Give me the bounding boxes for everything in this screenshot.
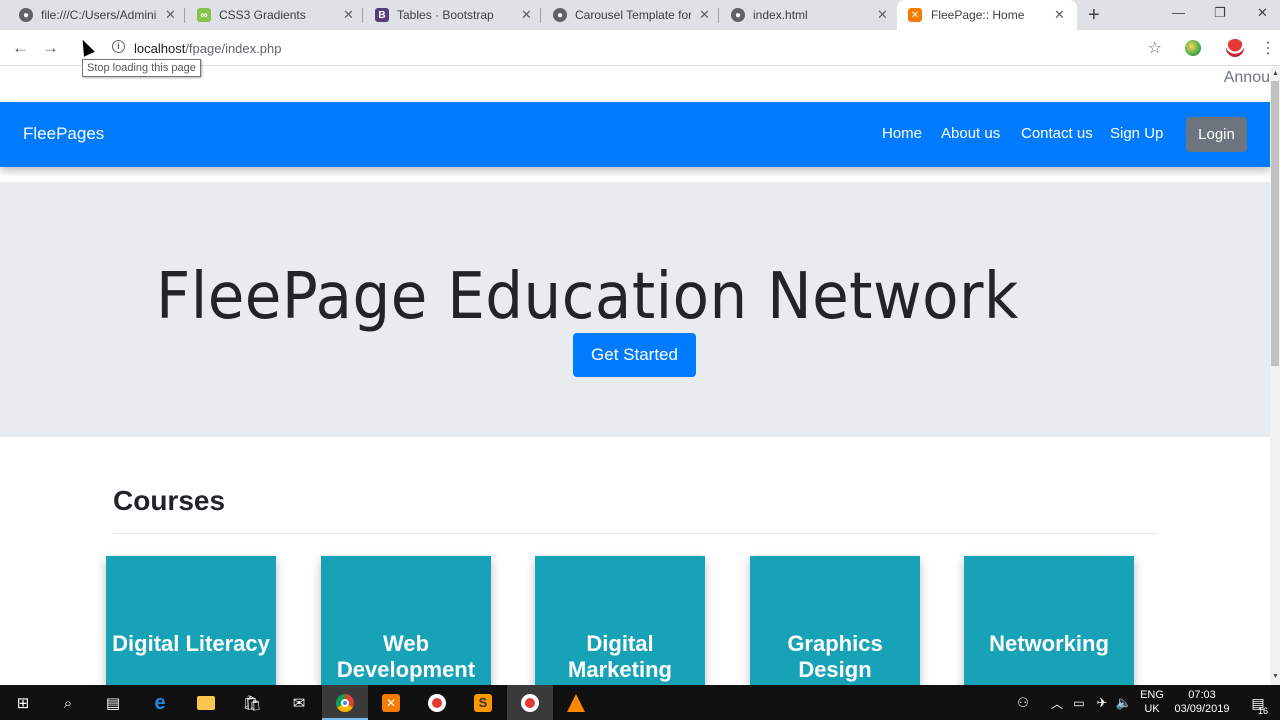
minimize-button[interactable]: —	[1172, 5, 1185, 20]
css-gradient-icon: ∞	[197, 8, 211, 22]
store-icon[interactable]: 🛍	[242, 693, 262, 713]
tab-bootstrap-tables[interactable]: B Tables · Bootstrap ✕	[356, 0, 541, 30]
screen-recorder-icon[interactable]	[520, 693, 540, 713]
site-brand[interactable]: FleePages	[23, 124, 104, 144]
course-title: Digital Literacy	[112, 631, 270, 656]
vlc-icon[interactable]	[566, 693, 586, 713]
mail-icon[interactable]: ✉	[289, 693, 309, 713]
chrome-icon[interactable]	[335, 693, 355, 713]
xampp-icon[interactable]: ✕	[381, 693, 401, 713]
profile-avatar[interactable]	[1226, 39, 1244, 57]
globe-icon: ●	[731, 8, 745, 22]
file-explorer-icon[interactable]	[196, 693, 216, 713]
course-card-digital-literacy[interactable]: Digital Literacy	[106, 556, 276, 685]
search-icon[interactable]: ⌕	[58, 693, 78, 713]
announcement-marquee: Annou	[1223, 69, 1270, 86]
bootstrap-icon: B	[375, 8, 389, 22]
course-card-web-development[interactable]: Web Development	[321, 556, 491, 685]
language-code: ENG	[1140, 689, 1164, 701]
globe-icon: ●	[19, 8, 33, 22]
volume-icon[interactable]: 🔈	[1114, 693, 1134, 713]
tab-title: FleePage:: Home	[931, 8, 1025, 22]
nav-contact-us[interactable]: Contact us	[1021, 125, 1093, 142]
edge-icon[interactable]: e	[150, 692, 170, 714]
course-card-networking[interactable]: Networking	[964, 556, 1134, 685]
course-title: Web Development	[336, 631, 476, 682]
nav-home[interactable]: Home	[882, 125, 922, 142]
clock-time: 07:03	[1188, 689, 1216, 701]
tab-strip: ● file:///C:/Users/Adminis ✕ ∞ CSS3 Grad…	[0, 0, 1280, 30]
tab-title: file:///C:/Users/Adminis	[41, 8, 157, 22]
notification-count: 16	[1258, 706, 1269, 716]
courses-heading: Courses	[113, 485, 226, 516]
close-icon[interactable]: ✕	[1054, 7, 1065, 23]
record-icon[interactable]	[427, 693, 447, 713]
page-viewport: Annou FleePages Home About us Contact us…	[0, 67, 1270, 685]
extension-globe-icon[interactable]	[1185, 40, 1201, 56]
url-host: localhost	[134, 41, 186, 56]
tray-chevron-up-icon[interactable]: ︿	[1047, 693, 1067, 713]
tab-index-html[interactable]: ● index.html ✕	[712, 0, 897, 30]
window-close-button[interactable]: ✕	[1257, 5, 1268, 21]
url-path: /fpage/index.php	[185, 41, 282, 56]
divider	[113, 533, 1158, 534]
address-bar[interactable]: i localhost/fpage/index.php ☆	[104, 35, 1172, 61]
globe-icon: ●	[553, 8, 567, 22]
scroll-down-icon[interactable]: ▼	[1272, 673, 1279, 680]
tab-title: CSS3 Gradients	[219, 8, 306, 22]
stop-loading-tooltip: Stop loading this page	[82, 59, 201, 77]
scroll-up-icon[interactable]: ▲	[1272, 70, 1279, 77]
nav-sign-up[interactable]: Sign Up	[1110, 125, 1163, 142]
restore-button[interactable]: ❐	[1214, 5, 1226, 21]
tab-fleepage-home[interactable]: ✕ FleePage:: Home ✕	[897, 0, 1077, 30]
tab-file[interactable]: ● file:///C:/Users/Adminis ✕	[0, 0, 185, 30]
system-clock[interactable]: 07:03 03/09/2019	[1170, 688, 1234, 716]
close-icon[interactable]: ✕	[343, 7, 354, 23]
scrollbar-thumb[interactable]	[1271, 81, 1279, 366]
network-icon[interactable]: ✈	[1092, 693, 1112, 713]
page-scrollbar[interactable]: ▲ ▼	[1270, 67, 1280, 685]
url-text: localhost/fpage/index.php	[134, 41, 281, 56]
tab-title: index.html	[753, 8, 808, 22]
close-icon[interactable]: ✕	[877, 7, 888, 23]
nav-about-us[interactable]: About us	[941, 125, 1000, 142]
course-title: Digital Marketing	[568, 631, 672, 682]
sublime-text-icon[interactable]: S	[473, 693, 493, 713]
get-started-button[interactable]: Get Started	[573, 333, 696, 377]
tab-title: Tables · Bootstrap	[397, 8, 494, 22]
tab-carousel[interactable]: ● Carousel Template for B ✕	[534, 0, 719, 30]
keyboard-layout: UK	[1144, 703, 1160, 715]
people-icon[interactable]: ⚇	[1013, 693, 1033, 713]
course-title: Graphics Design	[787, 631, 883, 682]
course-card-digital-marketing[interactable]: Digital Marketing	[535, 556, 705, 685]
site-navbar: FleePages Home About us Contact us Sign …	[0, 102, 1270, 167]
more-menu-icon[interactable]: ⋮	[1260, 38, 1276, 58]
bookmark-star-icon[interactable]: ☆	[1148, 38, 1162, 58]
clock-date: 03/09/2019	[1174, 703, 1230, 715]
windows-start-icon[interactable]: ⊞	[13, 693, 33, 713]
forward-button[interactable]: →	[42, 38, 59, 58]
battery-icon[interactable]: ▭	[1069, 693, 1089, 713]
hero-title: FleePage Education Network	[156, 260, 1019, 334]
hero-jumbotron: FleePage Education Network Get Started	[0, 182, 1270, 437]
tab-title: Carousel Template for B	[575, 8, 691, 22]
close-icon[interactable]: ✕	[521, 7, 532, 23]
info-icon[interactable]: i	[112, 40, 125, 53]
login-button[interactable]: Login	[1186, 117, 1247, 152]
xampp-icon: ✕	[908, 8, 922, 22]
tab-css3-gradients[interactable]: ∞ CSS3 Gradients ✕	[178, 0, 363, 30]
course-title: Networking	[989, 631, 1109, 656]
close-icon[interactable]: ✕	[699, 7, 710, 23]
back-button[interactable]: ←	[12, 38, 29, 58]
course-card-graphics-design[interactable]: Graphics Design	[750, 556, 920, 685]
task-view-icon[interactable]: ▤	[103, 693, 123, 713]
windows-taskbar: ⊞ ⌕ ▤ e 🛍 ✉ ✕ S ⚇ ︿ ▭ ✈ 🔈 ENG UK 07:03 0…	[0, 685, 1280, 720]
new-tab-button[interactable]: +	[1088, 4, 1100, 27]
close-icon[interactable]: ✕	[165, 7, 176, 23]
input-language[interactable]: ENG UK	[1138, 688, 1166, 716]
